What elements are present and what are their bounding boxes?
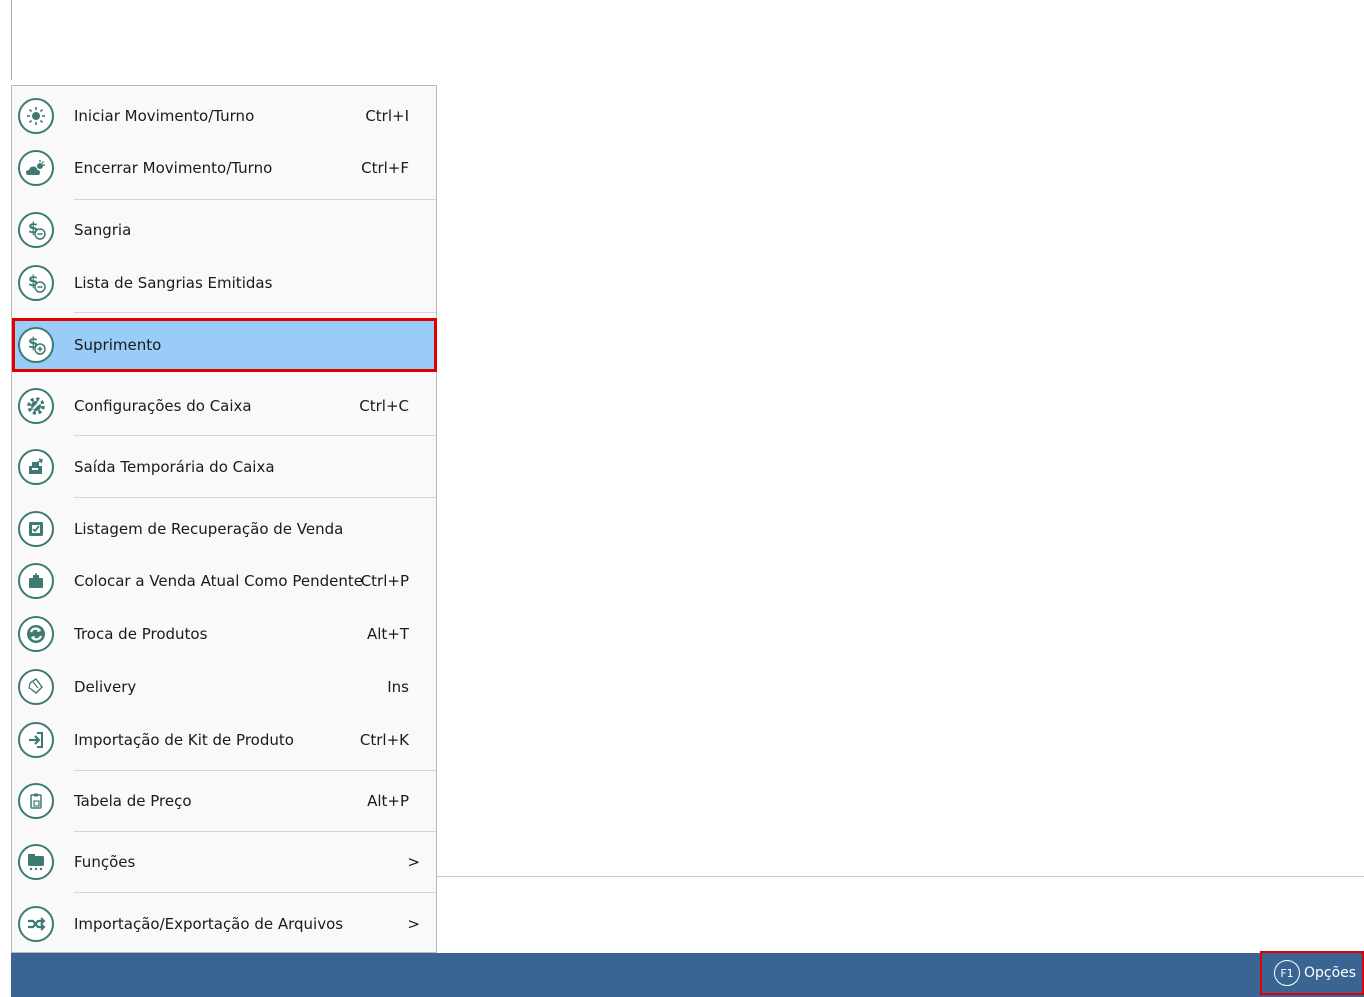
menu-item-shortcut: Ctrl+K (359, 731, 409, 749)
menu-separator (74, 497, 436, 498)
menu-item-lista-sangrias[interactable]: $ Lista de Sangrias Emitidas (12, 258, 436, 308)
menu-item-shortcut: Alt+T (366, 625, 409, 643)
menu-separator (74, 312, 436, 313)
exit-register-icon (18, 449, 54, 485)
menu-item-tabela-preco[interactable]: Tabela de Preço Alt+P (12, 776, 436, 826)
submenu-arrow-icon: > (407, 915, 420, 933)
menu-item-importacao-exportacao[interactable]: Importação/Exportação de Arquivos > (12, 899, 436, 949)
status-bar (11, 953, 1364, 997)
menu-item-label: Delivery (74, 678, 137, 696)
exchange-icon (18, 616, 54, 652)
content-divider (437, 876, 1364, 877)
menu-item-label: Configurações do Caixa (74, 397, 252, 415)
dollar-minus-icon: $ (18, 212, 54, 248)
menu-item-encerrar-movimento[interactable]: Encerrar Movimento/Turno Ctrl+F (12, 143, 436, 193)
menu-item-shortcut: Ctrl+F (361, 159, 409, 177)
options-menu: Iniciar Movimento/Turno Ctrl+I Encerrar … (11, 85, 437, 953)
menu-item-delivery[interactable]: Delivery Ins (12, 662, 436, 712)
menu-item-label: Encerrar Movimento/Turno (74, 159, 273, 177)
menu-item-funcoes[interactable]: Funções > (12, 837, 436, 887)
options-label: Opções (1304, 965, 1357, 981)
menu-item-label: Funções (74, 853, 136, 871)
f1-key-icon: F1 (1274, 960, 1300, 986)
menu-item-configuracoes-caixa[interactable]: Configurações do Caixa Ctrl+C (12, 381, 436, 431)
gear-wrench-icon (18, 388, 54, 424)
menu-item-venda-pendente[interactable]: Colocar a Venda Atual Como Pendente Ctrl… (12, 556, 436, 606)
price-table-icon (18, 783, 54, 819)
checklist-icon (18, 511, 54, 547)
menu-item-label: Suprimento (74, 336, 162, 354)
menu-item-label: Iniciar Movimento/Turno (74, 107, 255, 125)
sun-icon (18, 98, 54, 134)
menu-item-shortcut: Ctrl+P (360, 572, 409, 590)
menu-item-label: Importação de Kit de Produto (74, 731, 294, 749)
menu-item-label: Colocar a Venda Atual Como Pendente (74, 572, 363, 590)
shuffle-icon (18, 906, 54, 942)
menu-item-label: Troca de Produtos (74, 625, 208, 643)
menu-item-label: Sangria (74, 221, 132, 239)
import-icon (18, 722, 54, 758)
menu-separator (74, 435, 436, 436)
menu-item-shortcut: Ins (387, 678, 409, 696)
menu-item-saida-temporaria[interactable]: Saída Temporária do Caixa (12, 442, 436, 492)
menu-item-label: Importação/Exportação de Arquivos (74, 915, 344, 933)
menu-item-label: Tabela de Preço (74, 792, 192, 810)
menu-item-shortcut: Alt+P (367, 792, 409, 810)
menu-separator (74, 199, 436, 200)
functions-icon (18, 844, 54, 880)
menu-item-listagem-recuperacao[interactable]: Listagem de Recuperação de Venda (12, 504, 436, 554)
cloud-sun-icon (18, 150, 54, 186)
menu-item-shortcut: Ctrl+C (359, 397, 409, 415)
dollar-minus-icon: $ (18, 265, 54, 301)
pending-sale-icon (18, 563, 54, 599)
menu-item-shortcut: Ctrl+I (365, 107, 409, 125)
menu-separator (74, 770, 436, 771)
menu-item-label: Listagem de Recuperação de Venda (74, 520, 344, 538)
menu-separator (74, 892, 436, 893)
menu-item-iniciar-movimento[interactable]: Iniciar Movimento/Turno Ctrl+I (12, 91, 436, 141)
window-edge-line (11, 0, 12, 80)
menu-item-sangria[interactable]: $ Sangria (12, 205, 436, 255)
menu-separator (74, 831, 436, 832)
menu-item-troca-produtos[interactable]: Troca de Produtos Alt+T (12, 609, 436, 659)
menu-item-suprimento[interactable]: $ Suprimento (12, 318, 437, 372)
options-button[interactable]: F1 Opções (1260, 951, 1364, 995)
delivery-icon (18, 669, 54, 705)
menu-item-label: Lista de Sangrias Emitidas (74, 274, 273, 292)
menu-item-label: Saída Temporária do Caixa (74, 458, 275, 476)
submenu-arrow-icon: > (407, 853, 420, 871)
dollar-plus-icon: $ (18, 327, 54, 363)
menu-item-importacao-kit[interactable]: Importação de Kit de Produto Ctrl+K (12, 715, 436, 765)
